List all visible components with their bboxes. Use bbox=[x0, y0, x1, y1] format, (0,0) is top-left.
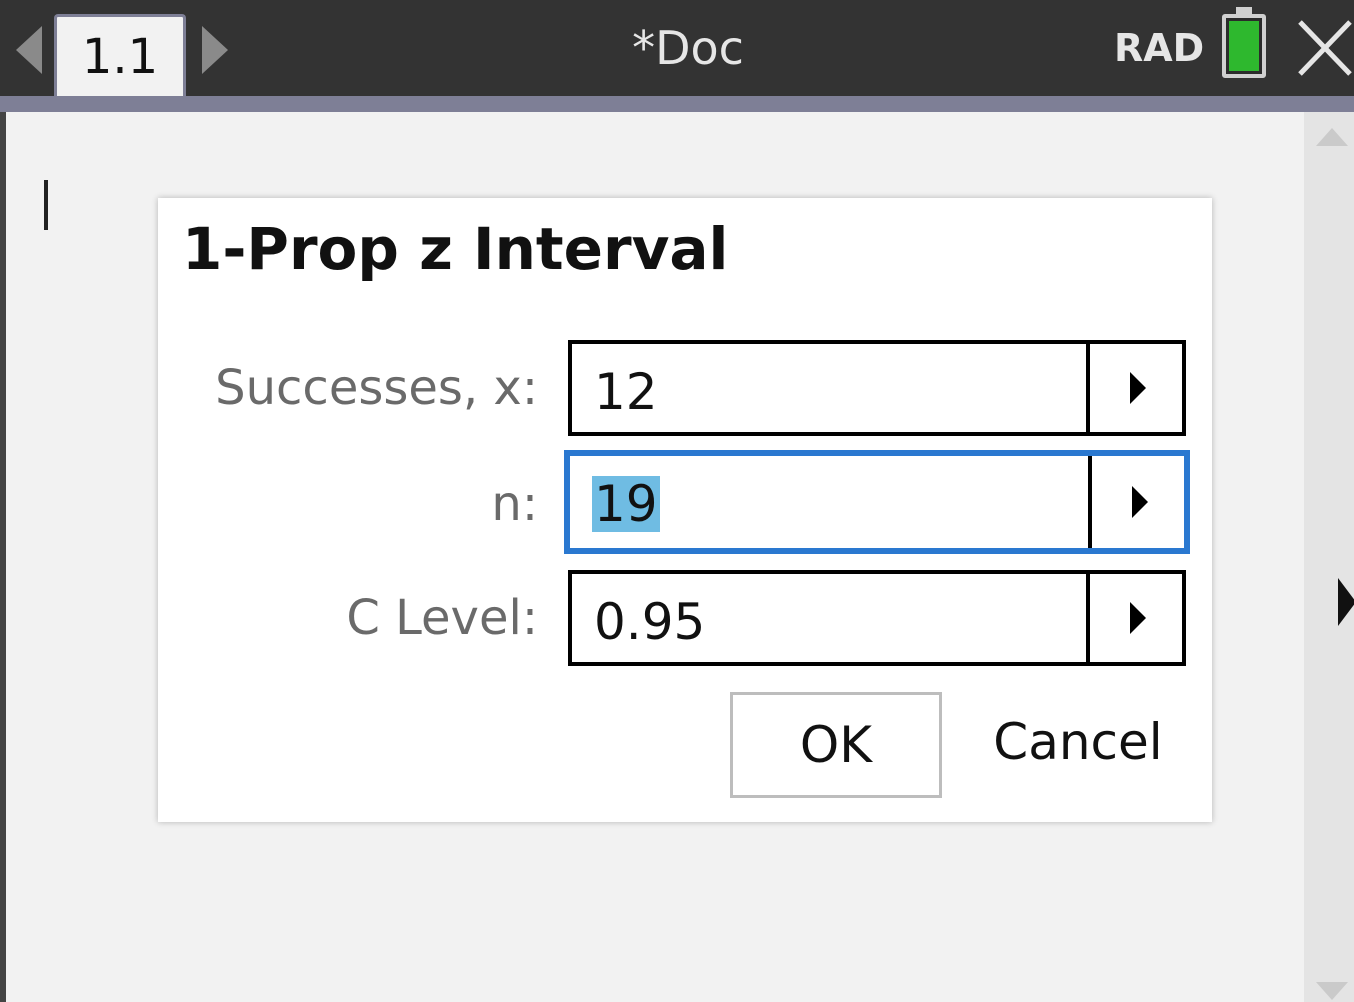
vertical-scrollbar[interactable] bbox=[1304, 112, 1354, 1002]
n-input[interactable]: 19 bbox=[564, 450, 1190, 554]
mouse-pointer-icon bbox=[1338, 578, 1354, 626]
angle-mode-indicator: RAD bbox=[1114, 26, 1205, 70]
c-level-input[interactable]: 0.95 bbox=[568, 570, 1186, 666]
n-menu-arrow-icon[interactable] bbox=[1092, 456, 1184, 548]
next-page-arrow-icon[interactable] bbox=[202, 26, 228, 74]
successes-label: Successes, x: bbox=[215, 360, 538, 416]
text-cursor bbox=[44, 180, 48, 230]
n-value: 19 bbox=[592, 475, 660, 533]
battery-icon bbox=[1222, 7, 1266, 78]
page-left-border bbox=[0, 112, 6, 1002]
cancel-button[interactable]: Cancel bbox=[978, 692, 1178, 798]
dialog-title: 1-Prop z Interval bbox=[182, 215, 729, 283]
tab-strip bbox=[0, 96, 1354, 112]
one-prop-z-interval-dialog: 1-Prop z Interval Successes, x: 12 n: 19… bbox=[158, 198, 1212, 822]
close-icon[interactable] bbox=[1296, 18, 1354, 78]
prev-page-arrow-icon[interactable] bbox=[16, 26, 42, 74]
title-bar: 1.1 *Doc RAD bbox=[0, 0, 1354, 112]
c-level-label: C Level: bbox=[346, 590, 538, 646]
c-level-menu-arrow-icon[interactable] bbox=[1090, 574, 1182, 662]
successes-value: 12 bbox=[594, 363, 658, 421]
scroll-down-icon[interactable] bbox=[1316, 982, 1348, 1000]
ok-button[interactable]: OK bbox=[730, 692, 942, 798]
successes-menu-arrow-icon[interactable] bbox=[1090, 344, 1182, 432]
c-level-value: 0.95 bbox=[594, 593, 706, 651]
n-label: n: bbox=[491, 476, 538, 532]
successes-input[interactable]: 12 bbox=[568, 340, 1186, 436]
document-title: *Doc bbox=[632, 21, 744, 75]
scroll-up-icon[interactable] bbox=[1316, 128, 1348, 146]
